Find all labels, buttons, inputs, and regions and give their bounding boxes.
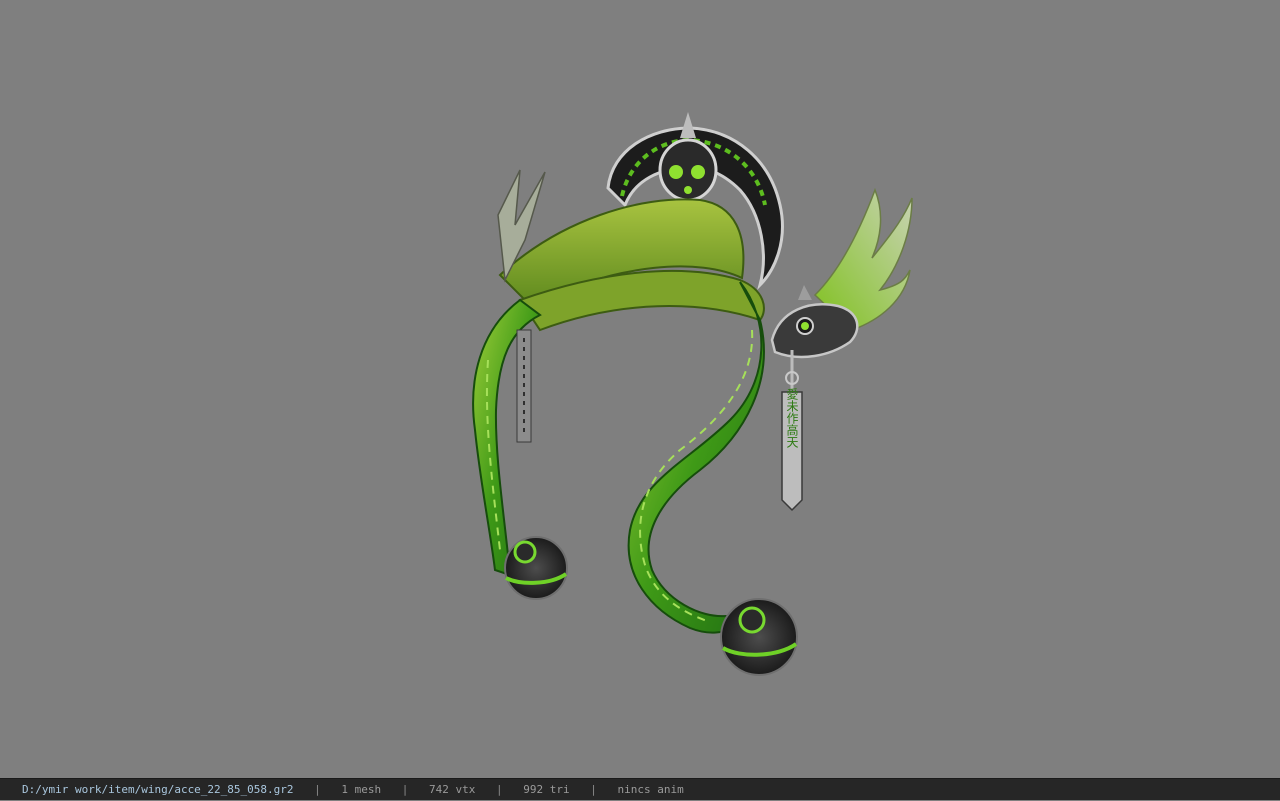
separator: | bbox=[496, 783, 503, 796]
status-bar: D:/ymir work/item/wing/acce_22_85_058.gr… bbox=[0, 778, 1280, 800]
right-orb bbox=[720, 598, 798, 676]
file-path: D:/ymir work/item/wing/acce_22_85_058.gr… bbox=[22, 783, 294, 796]
headpiece-model: 愛未作高天 bbox=[472, 112, 913, 676]
model-viewport[interactable]: 愛未作高天 bbox=[0, 0, 1280, 778]
mesh-count: 1 mesh bbox=[341, 783, 382, 796]
left-orb bbox=[504, 536, 568, 600]
vertex-count: 742 vtx bbox=[429, 783, 476, 796]
triangle-count: 992 tri bbox=[523, 783, 570, 796]
right-ribbon bbox=[627, 281, 765, 634]
pendant-inscription: 愛未作高天 bbox=[785, 388, 799, 448]
separator: | bbox=[401, 783, 409, 796]
headband bbox=[498, 198, 765, 332]
pendant-tag: 愛未作高天 bbox=[781, 350, 803, 512]
phoenix-ornament bbox=[770, 187, 913, 359]
separator: | bbox=[314, 783, 321, 796]
animation-status: nincs anim bbox=[617, 783, 684, 796]
separator: | bbox=[590, 783, 597, 796]
